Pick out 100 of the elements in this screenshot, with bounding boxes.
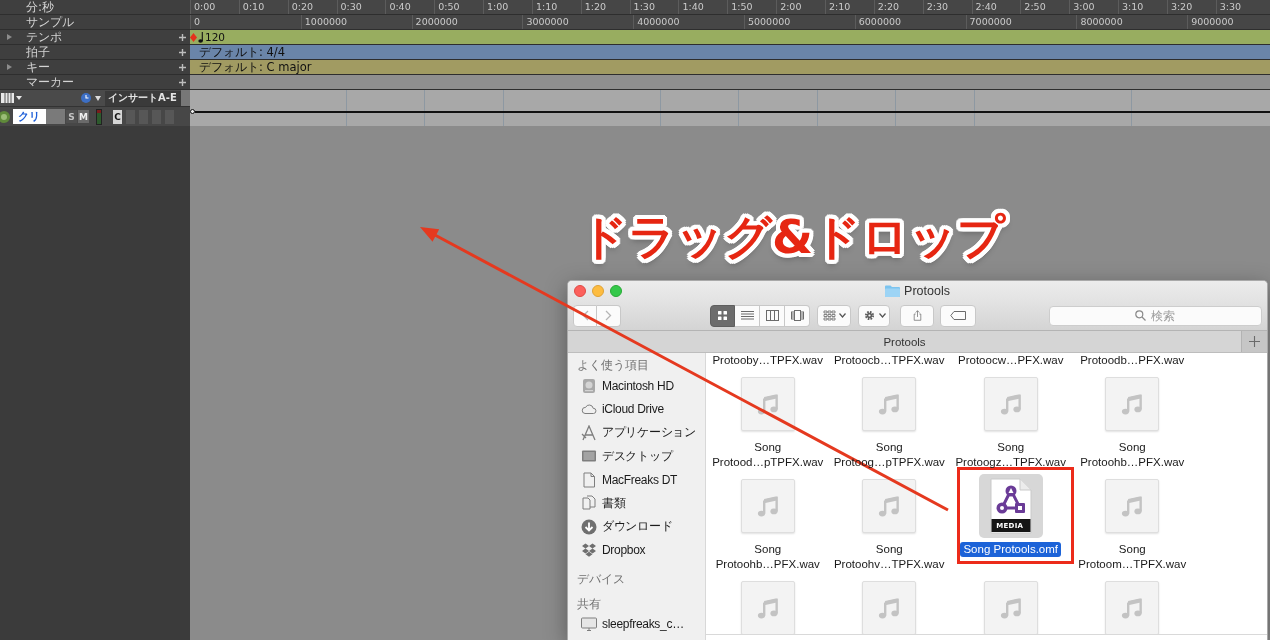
sidebar-item-label[interactable]: Dropbox [602,543,646,558]
forward-button[interactable] [597,304,621,327]
tag-icon [949,311,967,320]
track-edge-strip [180,90,190,106]
chevron-down-icon [838,313,846,318]
column-view-button[interactable] [760,304,785,327]
plus-icon[interactable] [179,63,186,71]
insert-slot[interactable]: C [113,109,122,124]
file-name[interactable]: Protooby…TPFX.wav [709,353,827,368]
ruler-label: 拍子 [26,45,50,59]
sidebar-item-label[interactable]: MacFreaks DT [602,472,678,487]
sample-ruler-label: 9000000 [1187,15,1270,29]
icon-view-button[interactable] [710,304,735,327]
inserts-header: インサートA-E [105,90,181,106]
search-field[interactable]: 検索 [1049,305,1262,326]
tag-button[interactable] [940,304,976,327]
track-view-icon[interactable] [1,93,23,103]
documents-icon [581,495,597,512]
sidebar-item-label[interactable]: デスクトップ [602,447,673,465]
sidebar-item[interactable]: iCloud Drive [568,397,705,421]
plus-icon[interactable] [179,33,186,41]
arrange-button[interactable] [817,304,851,327]
time-ruler-label: 1:40 [678,0,728,14]
search-icon [1135,310,1146,321]
apps-icon [581,424,597,441]
key-value: デフォルト: C major [199,60,312,74]
time-ruler-label: 0:10 [238,0,288,14]
file-name[interactable]: Song Protood…pTPFX.wav [709,440,827,470]
time-ruler-label: 1:50 [727,0,777,14]
quarter-note-icon [198,31,204,43]
track-type-icon [0,110,10,123]
file-name[interactable]: Song Protoohb…PFX.wav [712,542,823,572]
time-ruler-label: 0:40 [385,0,435,14]
track-name-field[interactable]: クリ [13,109,46,124]
cover-flow-button[interactable] [785,304,810,327]
plus-icon[interactable] [179,48,186,56]
window-title: Protools [904,284,950,298]
ruler-label: マーカー [26,75,74,89]
folder-icon [885,285,901,297]
sidebar-heading: 共有 [576,597,602,612]
time-ruler-label: 2:10 [824,0,874,14]
time-ruler-label: 3:10 [1118,0,1167,14]
dropdown-arrow-icon[interactable] [95,95,101,101]
action-button[interactable] [858,304,890,327]
time-ruler-label: 3:00 [1069,0,1119,14]
add-tab-button[interactable] [1241,331,1267,352]
sidebar-item-label[interactable]: 書類 [602,494,626,512]
sidebar-item[interactable]: MacFreaks DT [568,468,705,492]
file-name[interactable]: Song Protoom…TPFX.wav [1075,542,1190,572]
sidebar-item-label[interactable]: アプリケーション [602,424,696,442]
file-name[interactable]: Song Protoohb…PFX.wav [1077,440,1188,470]
time-ruler-label: 2:30 [922,0,972,14]
time-ruler-label: 2:00 [776,0,825,14]
sidebar-item[interactable]: Macintosh HD [568,374,705,398]
ruler-label: キー [26,60,50,74]
close-button[interactable] [574,285,586,297]
clock-icon[interactable] [81,93,91,103]
sidebar-item[interactable]: アプリケーション [568,421,705,445]
meter-value: デフォルト: 4/4 [199,45,286,59]
file-name[interactable]: Protoodb…PFX.wav [1077,353,1188,368]
sidebar-item[interactable]: ダウンロード [568,515,705,539]
file-name[interactable]: Song Protools.omf [960,542,1062,557]
plus-icon[interactable] [179,78,186,86]
sidebar-item[interactable]: 書類 [568,491,705,515]
mute-button[interactable]: M [78,110,89,123]
sidebar-item-label[interactable]: sleepfreaks_c… [602,616,684,631]
time-ruler-label: 1:30 [629,0,679,14]
gear-icon [862,310,876,321]
cover-flow-icon [790,310,804,321]
file-name[interactable]: Song Protoogz…TPFX.wav [952,440,1070,470]
file-name[interactable]: Protoocb…TPFX.wav [830,353,948,368]
ruler-label: サンプル [26,15,74,29]
share-button[interactable] [900,304,934,327]
download-icon [581,518,597,535]
file-name[interactable]: Protoocw…PFX.wav [955,353,1067,368]
list-view-button[interactable] [735,304,760,327]
sidebar-item-label[interactable]: iCloud Drive [602,402,664,417]
time-ruler-label: 0:30 [336,0,386,14]
audio-file-icon[interactable] [740,377,795,431]
sample-ruler-label: 4000000 [633,15,744,29]
audio-file-icon[interactable] [862,479,917,533]
sidebar-item[interactable]: sleepfreaks_c… [568,612,705,636]
time-ruler-label: 1:10 [531,0,581,14]
sidebar-item[interactable]: Dropbox [568,538,705,562]
expand-triangle-icon[interactable] [7,34,12,40]
sidebar-item-label[interactable]: ダウンロード [602,518,673,536]
zoom-button[interactable] [610,285,622,297]
minimize-button[interactable] [592,285,604,297]
expand-triangle-icon[interactable] [7,64,12,70]
sidebar-item[interactable]: デスクトップ [568,444,705,468]
sample-ruler-label: 7000000 [965,15,1077,29]
sidebar-item-label[interactable]: Macintosh HD [602,378,674,393]
monitor-icon [581,615,597,632]
solo-button[interactable]: S [66,110,77,123]
file-name[interactable]: Song Protoohv…TPFX.wav [830,542,948,572]
list-icon [740,310,754,321]
chevron-right-icon [605,310,612,321]
time-ruler-label: 1:00 [483,0,532,14]
sidebar-heading: よく使う項目 [576,358,650,373]
time-ruler-label: 1:20 [580,0,630,14]
